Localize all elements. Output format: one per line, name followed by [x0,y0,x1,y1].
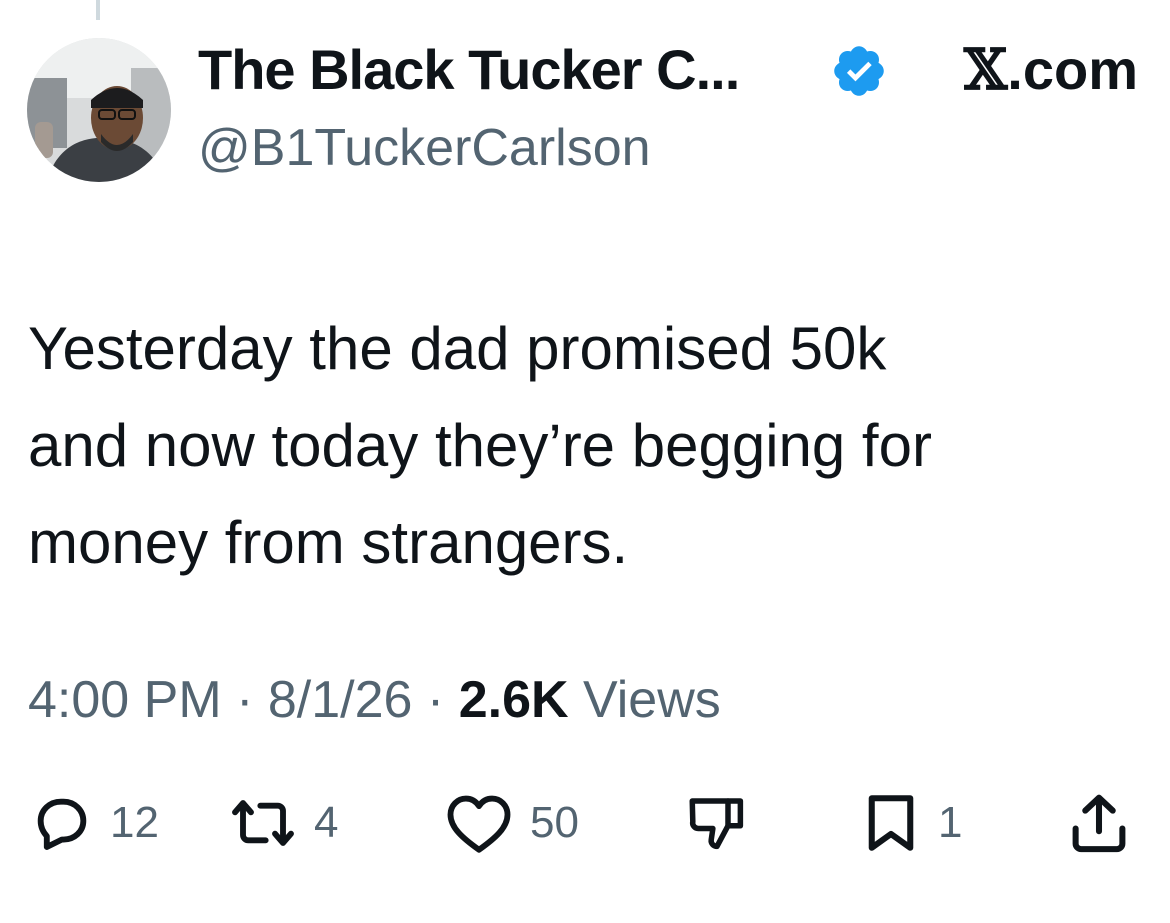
reply-icon [37,798,87,850]
tweet-text: Yesterday the dad promised 50k and now t… [28,300,1138,591]
like-button[interactable]: 50 [444,788,579,858]
source-domain: .com [1007,38,1138,101]
avatar[interactable] [27,38,171,182]
tweet-meta: 4:00 PM · 8/1/26 · 2.6K Views [28,668,721,732]
tweet-date[interactable]: 8/1/26 [268,671,413,729]
author-display-name[interactable]: The Black Tucker C... [198,38,740,102]
retweet-icon [232,800,294,846]
author-handle[interactable]: @B1TuckerCarlson [198,116,651,180]
thumbs-down-icon [689,798,744,850]
tweet-text-line: money from strangers. [28,509,629,576]
action-bar: 12 4 50 1 [0,788,1170,858]
bookmark-icon [868,795,914,851]
x-logo-icon: 𝕏 [963,37,1008,103]
share-icon [1072,794,1126,853]
author-row: The Black Tucker C... 𝕏.com [198,38,1138,108]
retweet-button[interactable]: 4 [228,788,338,858]
meta-separator: · [236,671,254,729]
dislike-button[interactable] [684,788,750,858]
source-label: 𝕏.com [964,38,1138,102]
verified-badge-icon[interactable] [830,42,888,100]
tweet-text-line: and now today they’re begging for [28,412,932,479]
avatar-image [27,38,171,182]
bookmark-count: 1 [938,798,963,847]
like-count: 50 [530,798,579,847]
tweet-text-line: Yesterday the dad promised 50k [28,315,887,382]
tweet-time[interactable]: 4:00 PM [28,671,222,729]
reply-button[interactable]: 12 [30,788,159,858]
retweet-count: 4 [314,798,339,847]
thread-connector-line [96,0,100,20]
bookmark-button[interactable]: 1 [860,788,962,858]
views-count: 2.6K [458,671,569,729]
meta-separator: · [426,671,445,729]
reply-count: 12 [110,798,159,847]
share-button[interactable] [1066,788,1132,858]
heart-icon [447,795,511,853]
views-label: Views [583,671,721,729]
